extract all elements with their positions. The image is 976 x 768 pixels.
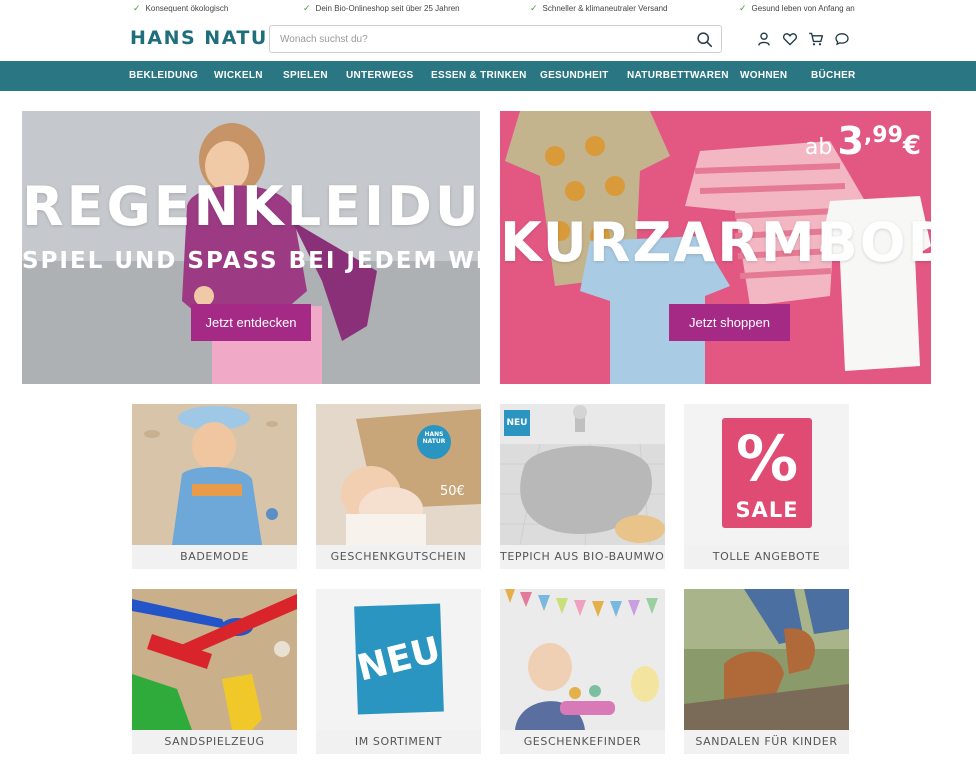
new-badge: NEU	[504, 410, 530, 436]
banner-rainwear-subtitle: SPIEL UND SPAß BEI JEDEM WETTER	[22, 248, 480, 274]
site-header: HANS NATUR	[0, 17, 976, 61]
logo[interactable]: HANS NATUR	[130, 27, 284, 49]
nav-item-gesundheit[interactable]: GESUNDHEIT	[540, 70, 609, 81]
voucher-card-logo: HANS NATUR	[422, 431, 446, 445]
tile-label: BADEMODE	[132, 545, 297, 569]
check-icon: ✓	[530, 3, 538, 13]
tile-label: GESCHENKGUTSCHEIN	[316, 545, 481, 569]
tile-rug[interactable]: NEU TEPPICH AUS BIO-BAUMWOLLE	[500, 404, 665, 569]
new-products-badge-text: NEU	[353, 629, 445, 690]
tile-sale[interactable]: % SALE TOLLE ANGEBOTE	[684, 404, 849, 569]
nav-item-spielen[interactable]: SPIELEN	[283, 70, 328, 81]
swimwear-image	[132, 404, 297, 545]
tile-voucher[interactable]: HANS NATUR 50€ GESCHENKGUTSCHEIN	[316, 404, 481, 569]
user-icon[interactable]	[756, 31, 772, 47]
usp-bar: ✓ Konsequent ökologisch ✓ Dein Bio-Onlines…	[0, 0, 976, 17]
cart-icon[interactable]	[808, 31, 824, 47]
main-nav: BEKLEIDUNG WICKELN SPIELEN UNTERWEGS ESS…	[0, 61, 976, 91]
search-icon[interactable]	[696, 31, 713, 48]
banner-rainwear-title: REGENKLEIDUNG	[22, 175, 480, 238]
sand-toys-image	[132, 589, 297, 730]
percent-icon: %	[735, 422, 799, 495]
header-icons	[756, 31, 850, 47]
banner-bodysuits-title: KURZARMBODYS	[500, 211, 931, 274]
tile-label: TOLLE ANGEBOTE	[684, 545, 849, 569]
nav-item-essen-trinken[interactable]: ESSEN & TRINKEN	[431, 70, 527, 81]
tile-swimwear[interactable]: BADEMODE	[132, 404, 297, 569]
usp-item: ✓ Schneller & klimaneutraler Versand	[530, 3, 668, 13]
sale-image: % SALE	[684, 404, 849, 545]
search-bar	[269, 25, 722, 53]
tile-label: IM SORTIMENT	[316, 730, 481, 754]
sandals-image	[684, 589, 849, 730]
new-products-badge: NEU	[353, 603, 445, 715]
usp-item: ✓ Dein Bio-Onlineshop seit über 25 Jahren	[303, 3, 460, 13]
banner-bodysuits[interactable]: ab 3,99€ KURZARMBODYS Jetzt shoppen	[500, 111, 931, 384]
sale-text: SALE	[735, 498, 799, 522]
tile-label: SANDALEN FÜR KINDER	[684, 730, 849, 754]
chat-icon[interactable]	[834, 31, 850, 47]
usp-item: ✓ Konsequent ökologisch	[133, 3, 229, 13]
price-label: ab 3,99€	[804, 119, 921, 163]
tile-gift-finder[interactable]: GESCHENKEFINDER	[500, 589, 665, 754]
nav-item-wohnen[interactable]: WOHNEN	[740, 70, 787, 81]
voucher-image	[316, 404, 481, 545]
usp-item: ✓ Gesund leben von Anfang an	[739, 3, 855, 13]
nav-item-naturbettwaren[interactable]: NATURBETTWAREN	[627, 70, 729, 81]
tile-new-products[interactable]: NEU IM SORTIMENT	[316, 589, 481, 754]
heart-icon[interactable]	[782, 31, 798, 47]
tile-sand-toys[interactable]: SANDSPIELZEUG	[132, 589, 297, 754]
banner-rainwear[interactable]: REGENKLEIDUNG SPIEL UND SPAß BEI JEDEM W…	[22, 111, 480, 384]
check-icon: ✓	[739, 3, 747, 13]
search-input[interactable]	[270, 26, 670, 52]
nav-item-unterwegs[interactable]: UNTERWEGS	[346, 70, 414, 81]
shop-button[interactable]: Jetzt shoppen	[669, 304, 790, 341]
tile-label: TEPPICH AUS BIO-BAUMWOLLE	[500, 545, 665, 569]
tile-sandals[interactable]: SANDALEN FÜR KINDER	[684, 589, 849, 754]
discover-button[interactable]: Jetzt entdecken	[191, 304, 311, 341]
tile-label: SANDSPIELZEUG	[132, 730, 297, 754]
check-icon: ✓	[133, 3, 141, 13]
nav-item-bekleidung[interactable]: BEKLEIDUNG	[129, 70, 198, 81]
sale-badge: % SALE	[722, 418, 812, 528]
nav-item-wickeln[interactable]: WICKELN	[214, 70, 263, 81]
new-products-image: NEU	[316, 589, 481, 730]
check-icon: ✓	[303, 3, 311, 13]
tile-label: GESCHENKEFINDER	[500, 730, 665, 754]
voucher-value: 50€	[440, 484, 465, 499]
gift-finder-image	[500, 589, 665, 730]
nav-item-buecher[interactable]: BÜCHER	[811, 70, 856, 81]
